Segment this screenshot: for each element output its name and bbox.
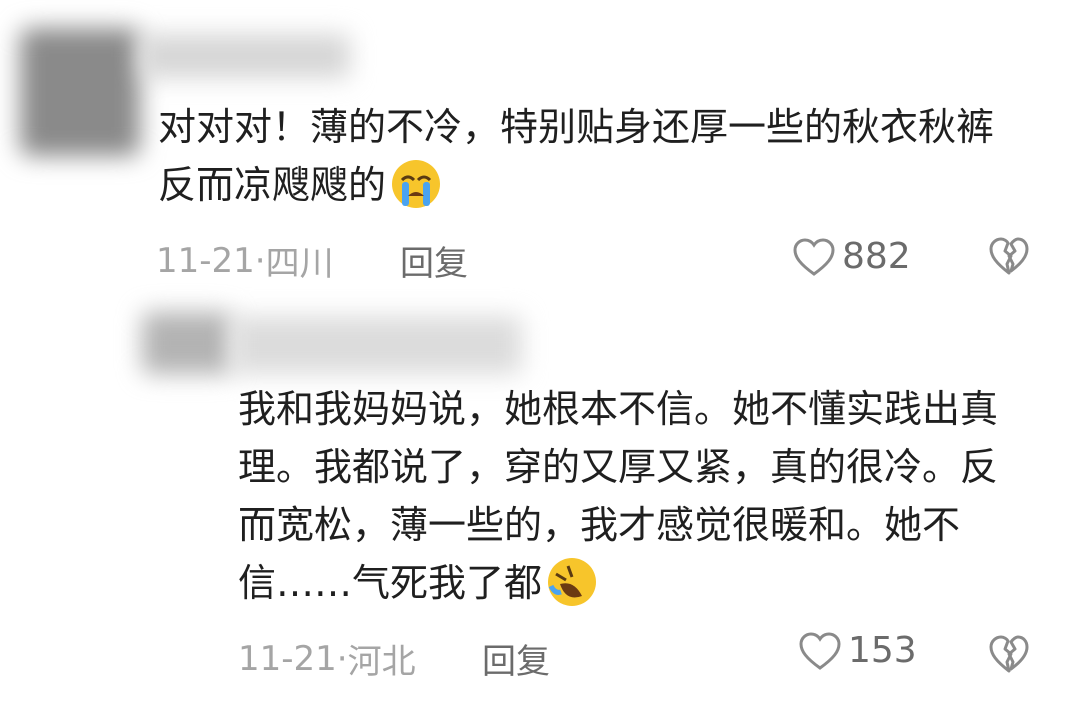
comment-text: 对对对！薄的不冷，特别贴身还厚一些的秋衣秋裤反而凉飕飕的 bbox=[158, 98, 1018, 214]
avatar[interactable] bbox=[142, 312, 232, 374]
dislike-button[interactable] bbox=[988, 634, 1030, 678]
comment-location: 四川 bbox=[265, 244, 334, 284]
comment-date: 11-21 bbox=[238, 638, 337, 679]
loudly-crying-face-icon bbox=[392, 159, 441, 208]
comment-date: 11-21 bbox=[156, 240, 255, 281]
username-blurred[interactable] bbox=[232, 316, 522, 374]
reply-button[interactable]: 回复 bbox=[400, 236, 468, 285]
separator: · bbox=[254, 240, 266, 281]
heart-icon bbox=[793, 237, 835, 276]
comment-meta: 11-21 · 河北 bbox=[238, 634, 416, 683]
rolling-on-floor-laughing-icon bbox=[548, 557, 597, 606]
username-blurred[interactable] bbox=[140, 34, 350, 78]
comment-location: 河北 bbox=[347, 642, 416, 682]
dislike-button[interactable] bbox=[988, 236, 1030, 280]
like-count: 882 bbox=[842, 236, 911, 277]
avatar[interactable] bbox=[20, 28, 140, 156]
reply-button[interactable]: 回复 bbox=[482, 634, 550, 683]
like-count: 153 bbox=[848, 630, 917, 671]
broken-heart-icon bbox=[989, 635, 1029, 673]
heart-icon bbox=[799, 631, 841, 670]
comment-meta: 11-21 · 四川 bbox=[156, 236, 334, 285]
comment-text: 我和我妈妈说，她根本不信。她不懂实践出真理。我都说了，穿的又厚又紧，真的很冷。反… bbox=[238, 380, 1018, 612]
separator: · bbox=[336, 638, 348, 679]
broken-heart-icon bbox=[989, 237, 1029, 275]
like-button[interactable]: 882 bbox=[792, 236, 911, 277]
like-button[interactable]: 153 bbox=[798, 630, 917, 671]
